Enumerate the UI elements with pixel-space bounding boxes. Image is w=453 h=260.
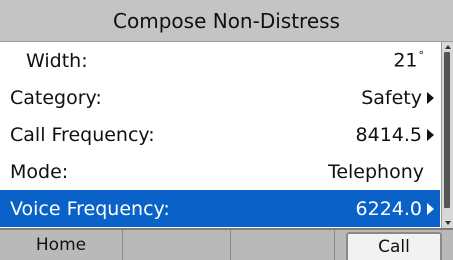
arrow-right-icon [427,92,434,104]
width-value: 21° [393,49,425,72]
scroll-thumb[interactable] [444,52,450,208]
call-frequency-value: 8414.5 [355,123,422,146]
home-softkey[interactable]: Home [0,230,123,260]
width-label: Width: [26,49,88,72]
voice-frequency-value: 6224.0 [355,197,422,220]
softkey-bar: Home Call [0,228,453,260]
call-softkey[interactable]: Call [335,230,453,260]
settings-list: Width: 21° Category: Safety Call Frequen… [0,42,440,228]
category-label: Category: [10,86,102,109]
arrow-right-icon [427,203,434,215]
voice-frequency-label: Voice Frequency: [10,197,170,220]
call-softkey-face: Call [346,232,442,260]
screen-title-bar: Compose Non-Distress [0,0,453,42]
list-item-call-frequency[interactable]: Call Frequency: 8414.5 [0,116,440,153]
softkey-2[interactable] [123,230,231,260]
screen-title: Compose Non-Distress [113,8,340,33]
softkey-3[interactable] [231,230,335,260]
call-softkey-label: Call [378,237,410,257]
category-value: Safety [361,86,422,109]
list-item-voice-frequency[interactable]: Voice Frequency: 6224.0 [0,190,440,227]
scroll-down-arrow-icon [445,221,451,225]
mode-value: Telephony [327,160,424,183]
home-softkey-label: Home [35,235,87,255]
scroll-up-arrow-icon [445,45,451,49]
scrollbar[interactable] [441,42,453,228]
call-frequency-label: Call Frequency: [10,123,155,146]
list-item-width[interactable]: Width: 21° [0,42,440,79]
list-item-mode[interactable]: Mode: Telephony [0,153,440,190]
arrow-right-icon [427,129,434,141]
list-item-category[interactable]: Category: Safety [0,79,440,116]
degree-unit: ° [418,49,425,63]
mode-label: Mode: [10,160,69,183]
